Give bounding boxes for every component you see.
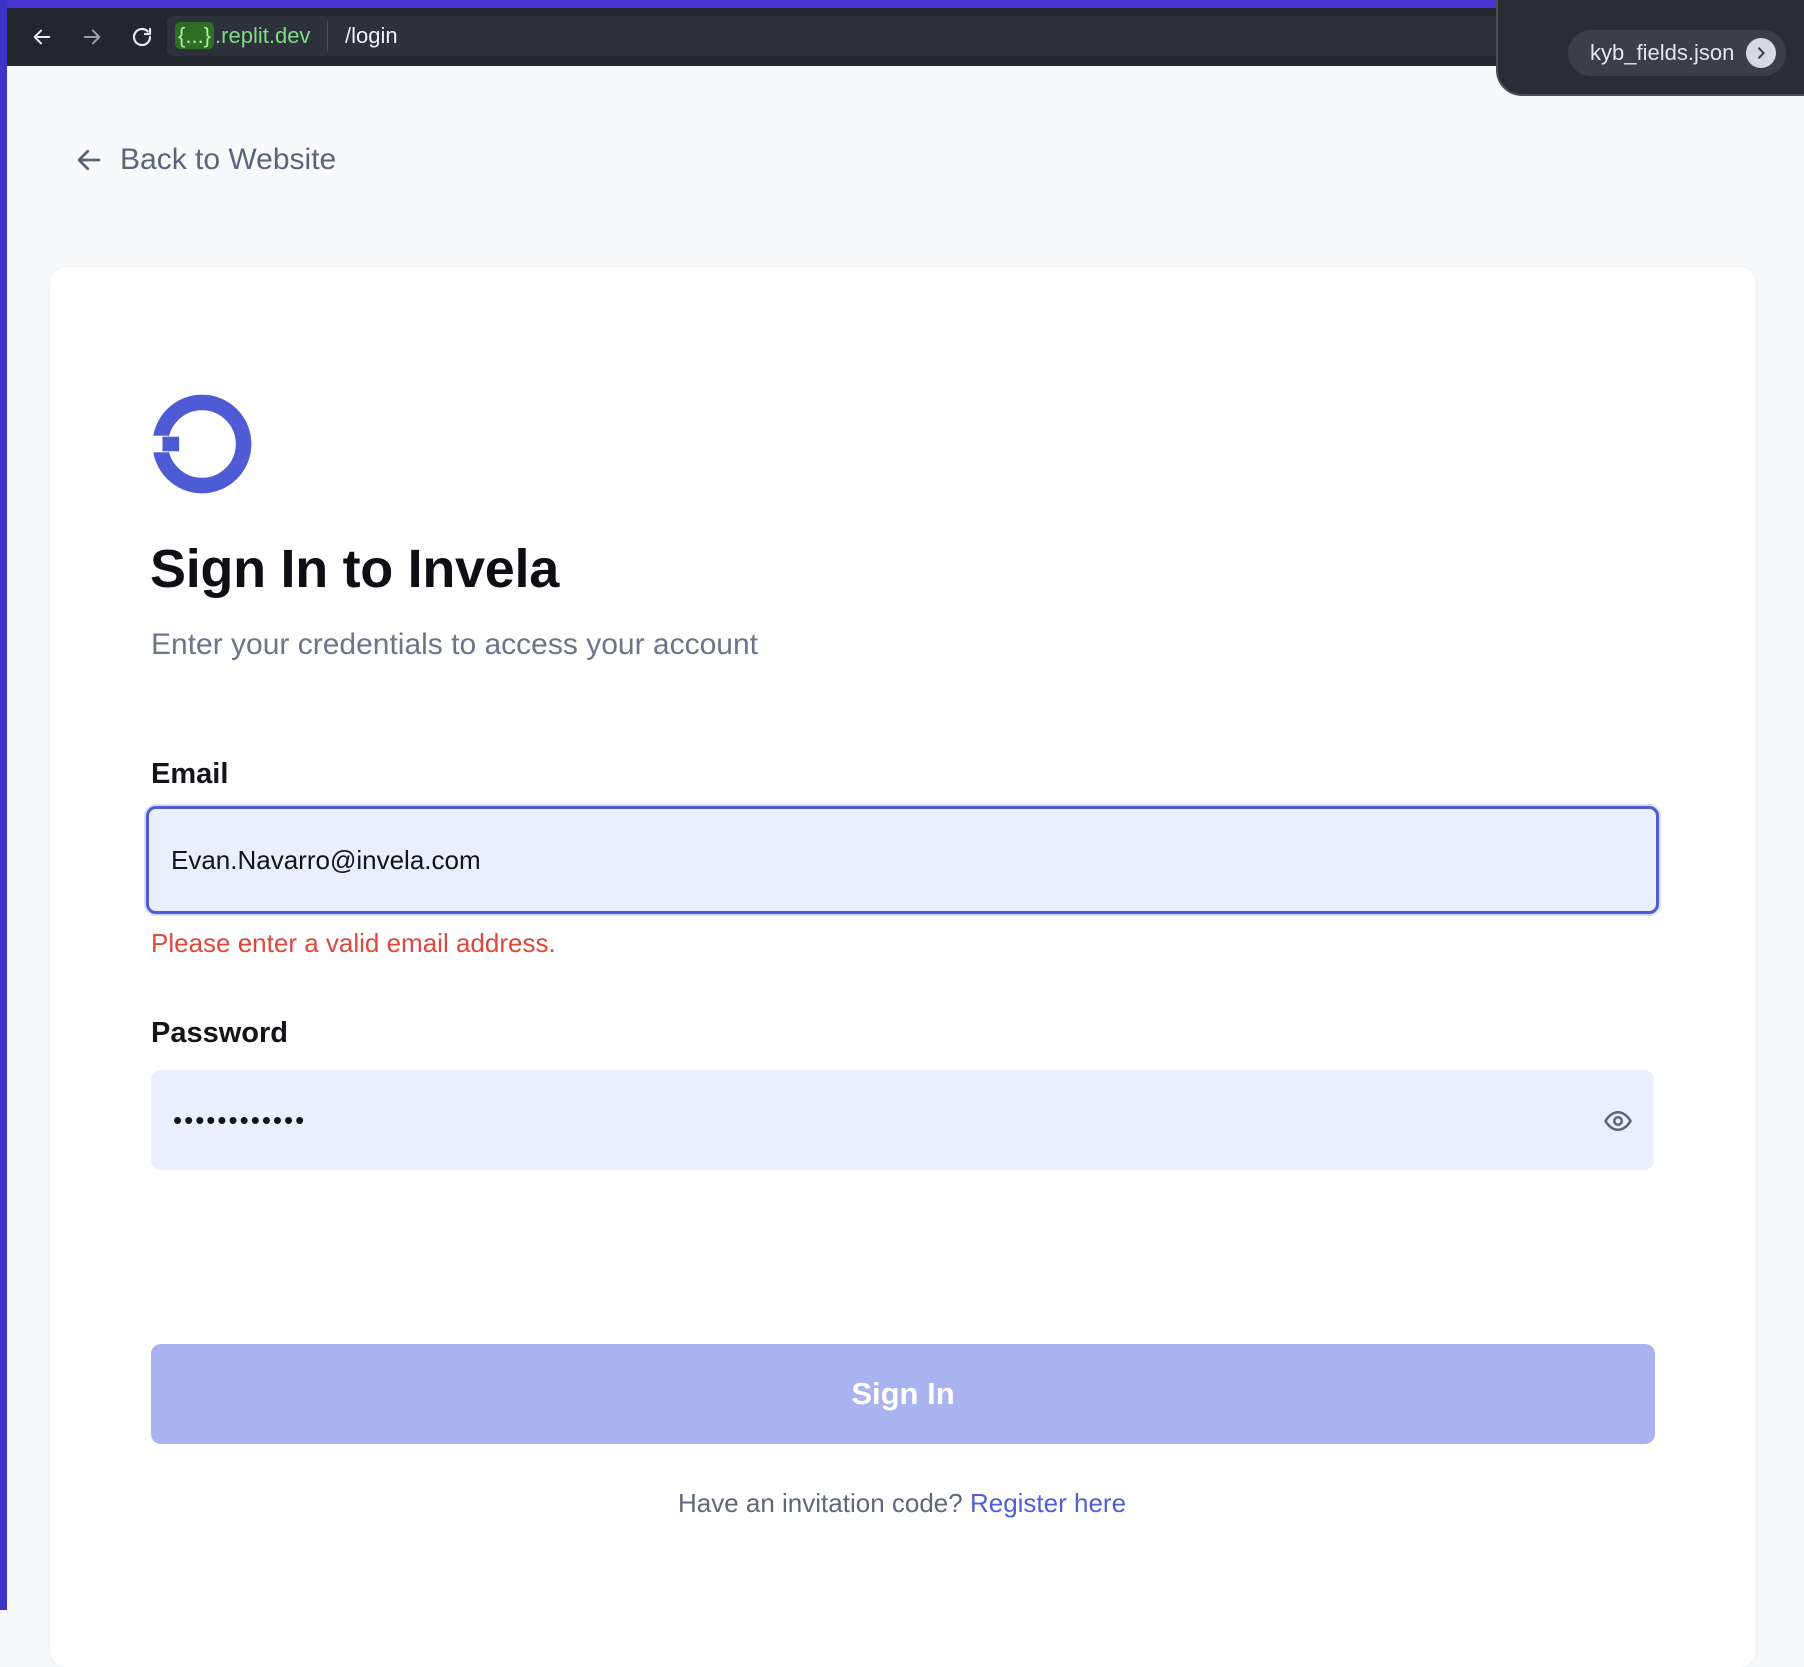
url-path: /login (345, 23, 398, 48)
url-divider (327, 20, 328, 52)
password-label: Password (151, 1017, 288, 1049)
register-prompt: Have an invitation code? Register here (0, 1488, 1804, 1519)
show-password-eye-icon[interactable] (1603, 1106, 1633, 1136)
file-chip[interactable]: kyb_fields.json (1568, 30, 1786, 76)
password-value: •••••••••••• (173, 1104, 307, 1135)
password-field[interactable]: •••••••••••• (151, 1070, 1654, 1170)
email-error-message: Please enter a valid email address. (151, 928, 556, 958)
file-chip-label: kyb_fields.json (1590, 40, 1735, 65)
login-card (50, 267, 1756, 1667)
forward-arrow-icon[interactable] (77, 22, 107, 52)
sign-in-button[interactable]: Sign In (151, 1344, 1655, 1444)
back-to-website-link[interactable]: Back to Website (74, 141, 336, 179)
email-label: Email (151, 758, 229, 790)
window-left-edge (0, 0, 7, 1610)
invela-logo-icon (152, 394, 252, 494)
page-title: Sign In to Invela (150, 539, 559, 599)
back-link-label: Back to Website (120, 143, 337, 176)
back-arrow-icon[interactable] (27, 22, 57, 52)
address-bar[interactable]: {...} .replit.dev /login (167, 16, 1507, 56)
url-host-chip: {...} (175, 22, 215, 49)
register-here-link[interactable]: Register here (970, 1488, 1126, 1518)
arrow-left-icon (77, 149, 101, 171)
email-value: Evan.Navarro@invela.com (171, 844, 481, 875)
page-subtitle: Enter your credentials to access your ac… (151, 628, 758, 661)
register-prompt-text: Have an invitation code? (677, 1488, 963, 1518)
reload-icon[interactable] (127, 22, 157, 52)
chevron-right-icon[interactable] (1746, 38, 1776, 68)
email-field[interactable]: Evan.Navarro@invela.com (146, 806, 1659, 914)
url-domain: .replit.dev (215, 23, 311, 48)
url-host: {...} .replit.dev (175, 22, 310, 50)
